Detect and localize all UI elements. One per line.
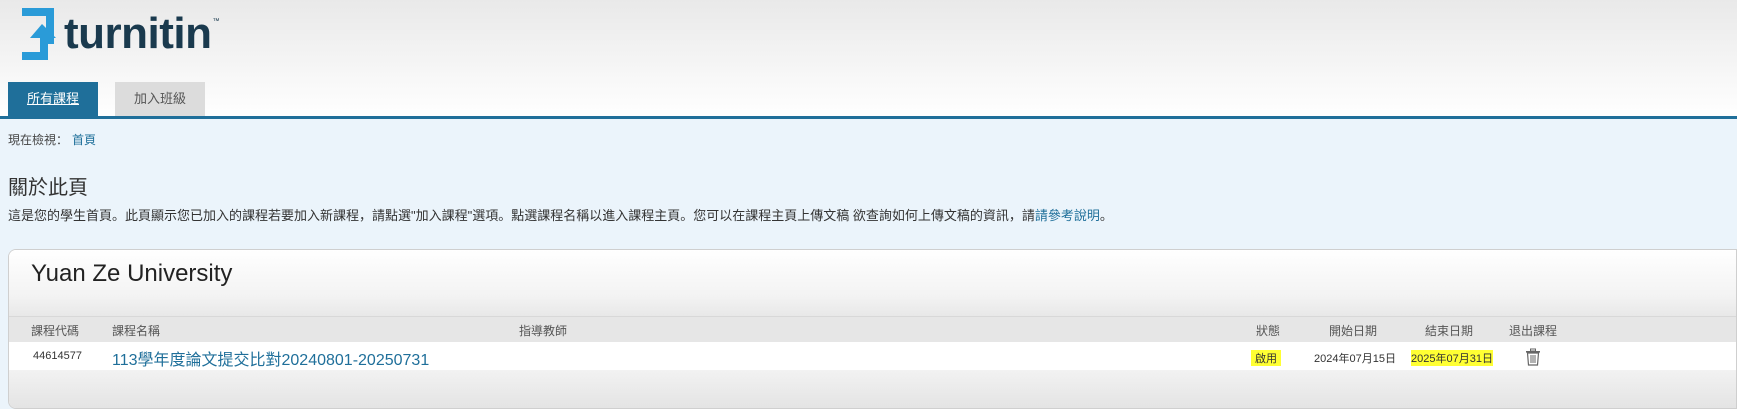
status-badge: 啟用 — [1251, 350, 1281, 366]
main-content: 現在檢視： 首頁 關於此頁 這是您的學生首頁。此頁顯示您已加入的課程若要加入新課程… — [0, 119, 1737, 409]
course-code: 44614577 — [33, 350, 82, 362]
breadcrumb-prefix: 現在檢視： — [8, 133, 69, 147]
turnitin-wordmark: turnitin — [64, 9, 212, 58]
header-end-date: 結束日期 — [1425, 324, 1474, 338]
turnitin-logo-mark-icon — [22, 8, 56, 60]
institution-name: Yuan Ze University — [31, 260, 233, 287]
about-description: 這是您的學生首頁。此頁顯示您已加入的課程若要加入新課程，請點選"加入課程"選項。… — [8, 208, 1035, 223]
header-course-name: 課程名稱 — [112, 324, 161, 338]
institution-header: Yuan Ze University — [9, 250, 1736, 316]
tab-join-class[interactable]: 加入班級 — [115, 82, 205, 116]
course-start-date: 2024年07月15日 — [1314, 353, 1396, 365]
table-row: 44614577 113學年度論文提交比對20240801-20250731 啟… — [9, 342, 1736, 370]
breadcrumb-home-link[interactable]: 首頁 — [72, 133, 96, 147]
tab-all-courses[interactable]: 所有課程 — [8, 82, 98, 116]
institution-panel: Yuan Ze University 課程代碼 課程名稱 指導教師 狀態 開始日… — [8, 249, 1737, 409]
about-suffix: 。 — [1099, 208, 1113, 223]
trademark-symbol: ™ — [212, 18, 220, 25]
institution-footer — [9, 370, 1736, 408]
about-text: 這是您的學生首頁。此頁顯示您已加入的課程若要加入新課程，請點選"加入課程"選項。… — [8, 205, 1113, 224]
header-course-code: 課程代碼 — [31, 324, 80, 338]
header-instructor: 指導教師 — [519, 324, 568, 338]
header-drop-course: 退出課程 — [1509, 324, 1558, 338]
page-header: turnitin ™ 所有課程 加入班級 — [0, 0, 1737, 119]
trash-icon[interactable] — [1523, 347, 1543, 367]
help-link[interactable]: 請參考說明 — [1035, 208, 1100, 223]
breadcrumb: 現在檢視： 首頁 — [8, 131, 96, 148]
course-end-date: 2025年07月31日 — [1411, 350, 1493, 366]
turnitin-logo[interactable]: turnitin ™ — [16, 4, 220, 68]
table-header: 課程代碼 課程名稱 指導教師 狀態 開始日期 結束日期 退出課程 — [9, 316, 1736, 342]
header-status: 狀態 — [1256, 324, 1281, 338]
about-title: 關於此頁 — [8, 177, 88, 199]
course-name-link[interactable]: 113學年度論文提交比對20240801-20250731 — [112, 346, 429, 370]
header-start-date: 開始日期 — [1329, 324, 1378, 338]
tab-bar: 所有課程 加入班級 — [0, 82, 1737, 118]
